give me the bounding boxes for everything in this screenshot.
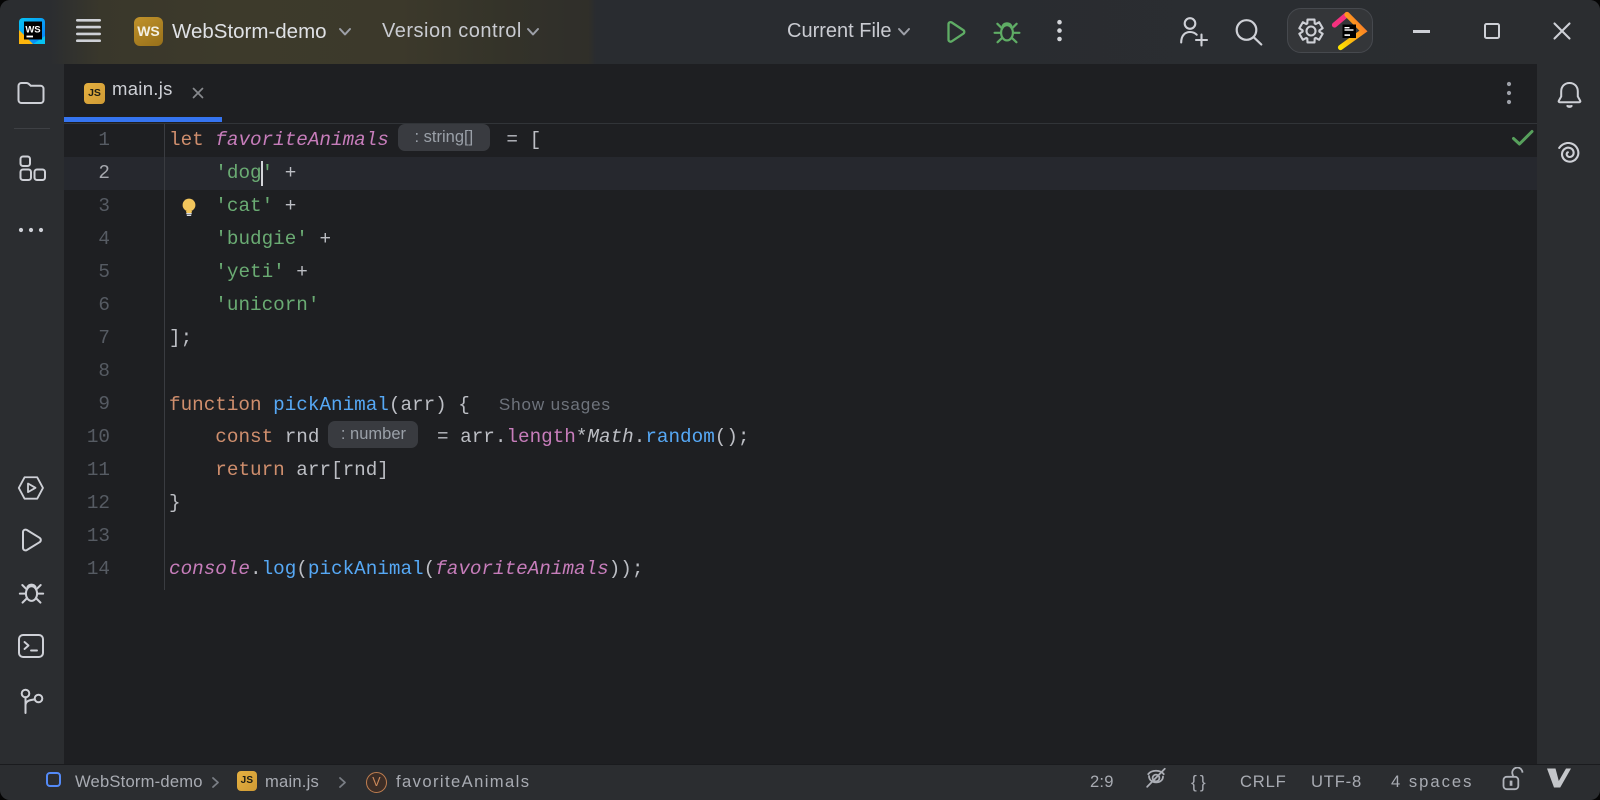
svg-text:WS: WS <box>25 25 40 36</box>
